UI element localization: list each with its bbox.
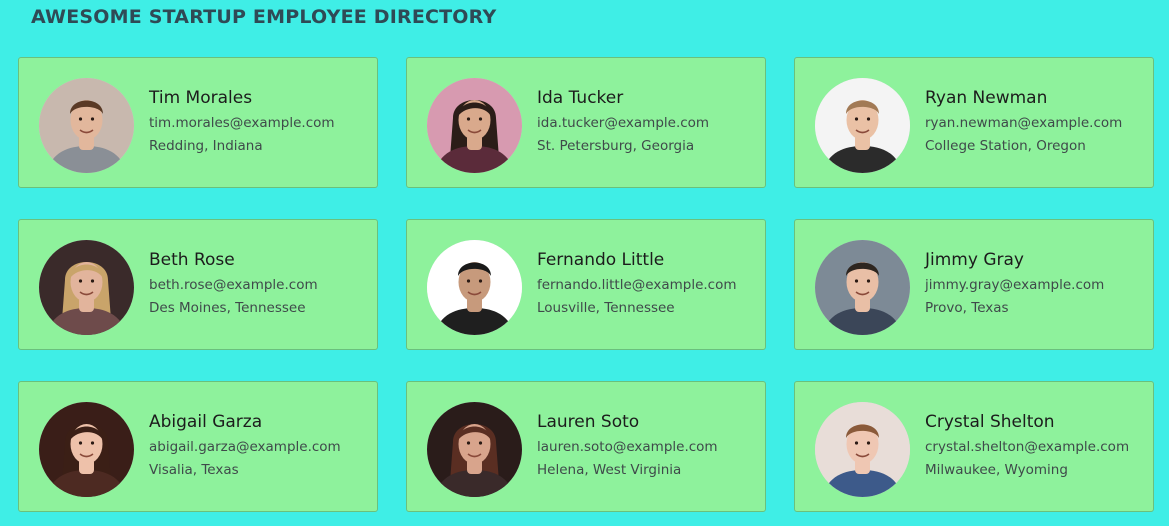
avatar-portrait-icon xyxy=(39,240,134,335)
employee-grid: Tim Morales tim.morales@example.com Redd… xyxy=(18,57,1154,512)
employee-email: abigail.garza@example.com xyxy=(149,439,341,455)
employee-card[interactable]: Lauren Soto lauren.soto@example.com Hele… xyxy=(406,381,766,512)
employee-avatar xyxy=(39,402,134,497)
employee-card[interactable]: Beth Rose beth.rose@example.com Des Moin… xyxy=(18,219,378,350)
employee-avatar xyxy=(39,240,134,335)
employee-location: Lousville, Tennessee xyxy=(537,300,675,316)
employee-info: Ryan Newman ryan.newman@example.com Coll… xyxy=(925,87,1147,155)
avatar-portrait-icon xyxy=(427,240,522,335)
page-title: AWESOME STARTUP EMPLOYEE DIRECTORY xyxy=(31,6,497,28)
employee-info: Crystal Shelton crystal.shelton@example.… xyxy=(925,411,1147,479)
employee-info: Fernando Little fernando.little@example.… xyxy=(537,249,759,317)
employee-card[interactable]: Crystal Shelton crystal.shelton@example.… xyxy=(794,381,1154,512)
employee-email: ryan.newman@example.com xyxy=(925,115,1123,131)
avatar-portrait-icon xyxy=(427,78,522,173)
employee-info: Beth Rose beth.rose@example.com Des Moin… xyxy=(149,249,371,317)
employee-card[interactable]: Jimmy Gray jimmy.gray@example.com Provo,… xyxy=(794,219,1154,350)
employee-info: Lauren Soto lauren.soto@example.com Hele… xyxy=(537,411,759,479)
employee-info: Ida Tucker ida.tucker@example.com St. Pe… xyxy=(537,87,759,155)
employee-name: Abigail Garza xyxy=(149,412,263,432)
employee-email: crystal.shelton@example.com xyxy=(925,439,1130,455)
employee-location: Visalia, Texas xyxy=(149,462,239,478)
employee-location: Milwaukee, Wyoming xyxy=(925,462,1068,478)
employee-avatar xyxy=(427,402,522,497)
employee-directory-page: AWESOME STARTUP EMPLOYEE DIRECTORY Tim M… xyxy=(0,0,1169,526)
employee-name: Lauren Soto xyxy=(537,412,640,432)
employee-name: Ryan Newman xyxy=(925,88,1048,108)
employee-name: Fernando Little xyxy=(537,250,665,270)
employee-email: fernando.little@example.com xyxy=(537,277,737,293)
employee-card[interactable]: Fernando Little fernando.little@example.… xyxy=(406,219,766,350)
employee-location: Des Moines, Tennessee xyxy=(149,300,306,316)
employee-location: Redding, Indiana xyxy=(149,138,263,154)
employee-email: lauren.soto@example.com xyxy=(537,439,718,455)
employee-email: beth.rose@example.com xyxy=(149,277,318,293)
employee-email: ida.tucker@example.com xyxy=(537,115,710,131)
employee-card[interactable]: Ryan Newman ryan.newman@example.com Coll… xyxy=(794,57,1154,188)
employee-name: Jimmy Gray xyxy=(925,250,1024,270)
employee-avatar xyxy=(427,240,522,335)
avatar-portrait-icon xyxy=(39,78,134,173)
employee-email: jimmy.gray@example.com xyxy=(925,277,1105,293)
avatar-portrait-icon xyxy=(815,402,910,497)
employee-name: Ida Tucker xyxy=(537,88,624,108)
avatar-portrait-icon xyxy=(815,240,910,335)
employee-card[interactable]: Ida Tucker ida.tucker@example.com St. Pe… xyxy=(406,57,766,188)
avatar-portrait-icon xyxy=(39,402,134,497)
employee-card[interactable]: Tim Morales tim.morales@example.com Redd… xyxy=(18,57,378,188)
employee-info: Abigail Garza abigail.garza@example.com … xyxy=(149,411,371,479)
employee-location: Provo, Texas xyxy=(925,300,1009,316)
employee-name: Beth Rose xyxy=(149,250,235,270)
employee-avatar xyxy=(39,78,134,173)
employee-info: Jimmy Gray jimmy.gray@example.com Provo,… xyxy=(925,249,1147,317)
employee-location: College Station, Oregon xyxy=(925,138,1086,154)
employee-location: Helena, West Virginia xyxy=(537,462,682,478)
employee-info: Tim Morales tim.morales@example.com Redd… xyxy=(149,87,371,155)
employee-name: Tim Morales xyxy=(149,88,253,108)
employee-email: tim.morales@example.com xyxy=(149,115,335,131)
employee-name: Crystal Shelton xyxy=(925,412,1055,432)
avatar-portrait-icon xyxy=(815,78,910,173)
employee-location: St. Petersburg, Georgia xyxy=(537,138,695,154)
employee-card[interactable]: Abigail Garza abigail.garza@example.com … xyxy=(18,381,378,512)
employee-avatar xyxy=(427,78,522,173)
employee-avatar xyxy=(815,78,910,173)
employee-avatar xyxy=(815,240,910,335)
employee-avatar xyxy=(815,402,910,497)
avatar-portrait-icon xyxy=(427,402,522,497)
